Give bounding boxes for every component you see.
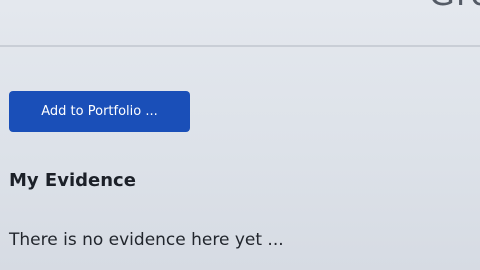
header-divider bbox=[0, 45, 480, 47]
page-title: Gro bbox=[429, 0, 480, 14]
empty-evidence-message: There is no evidence here yet ... bbox=[9, 230, 284, 250]
page: Gro Add to Portfolio ... My Evidence The… bbox=[0, 0, 480, 270]
add-to-portfolio-button[interactable]: Add to Portfolio ... bbox=[9, 91, 190, 132]
page-header: Gro bbox=[0, 0, 480, 46]
my-evidence-heading: My Evidence bbox=[9, 170, 136, 191]
